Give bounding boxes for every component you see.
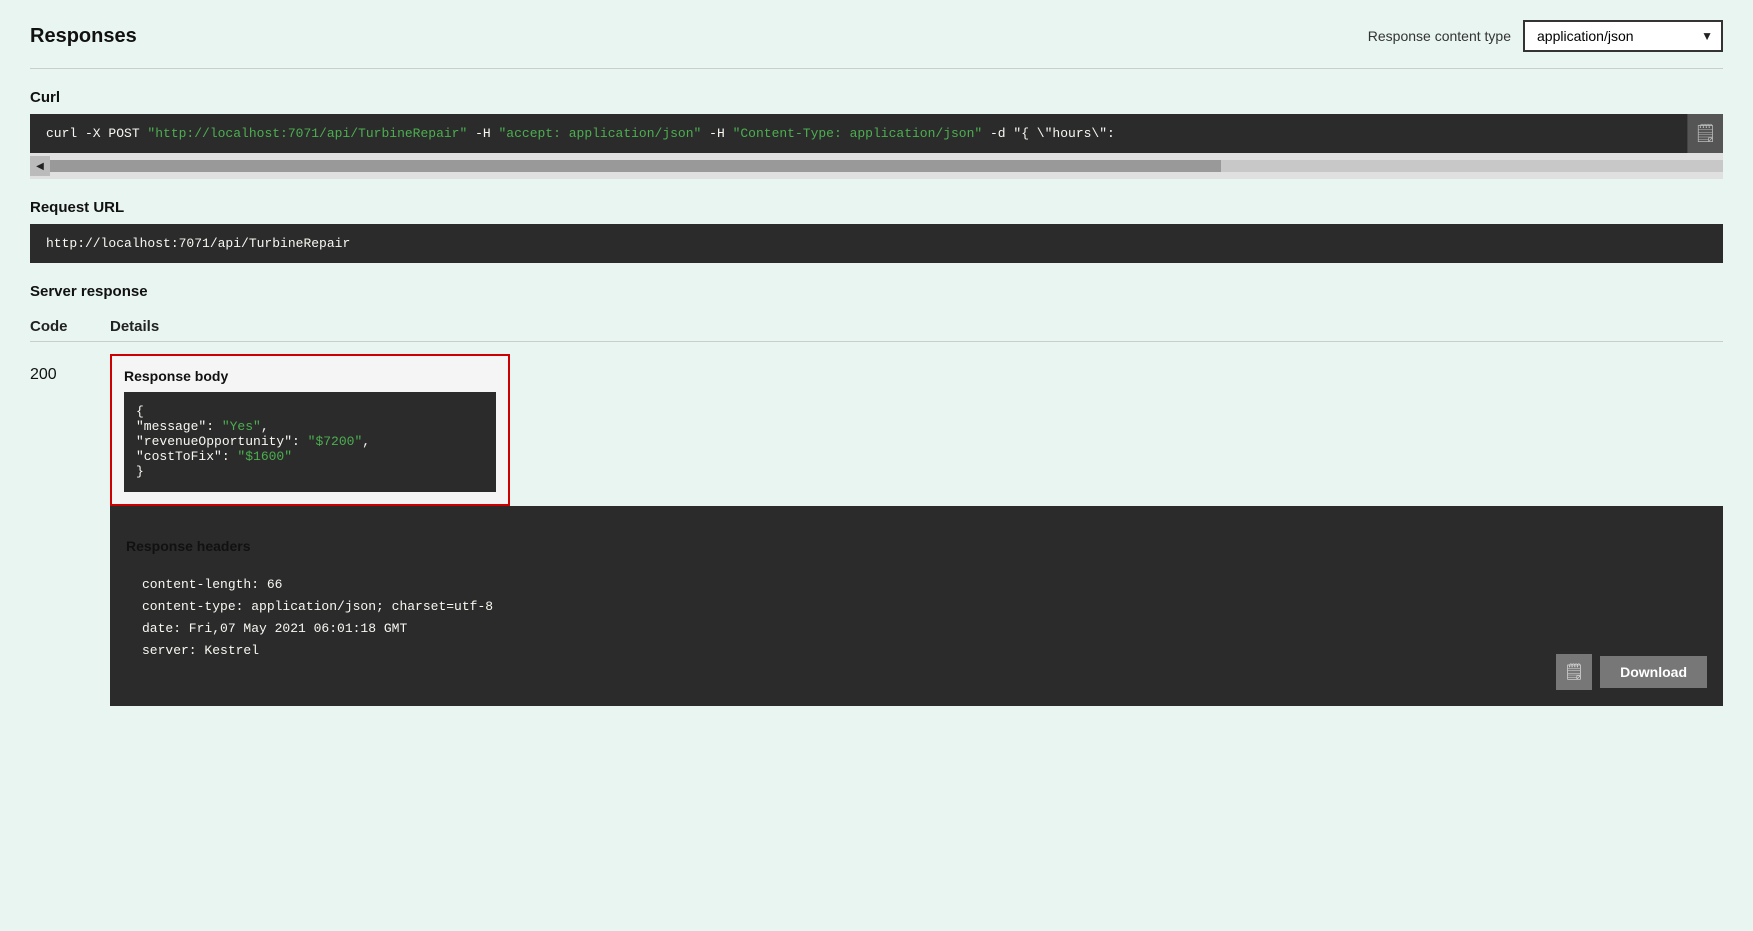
status-code: 200 <box>30 354 110 384</box>
scroll-track[interactable] <box>50 160 1723 172</box>
response-headers-code: content-length: 66 content-type: applica… <box>126 562 1707 674</box>
key-message: "message": <box>136 419 222 434</box>
scroll-thumb <box>50 160 1221 172</box>
code-column-header: Code <box>30 318 110 335</box>
json-line-4: "costToFix": "$1600" <box>136 449 484 464</box>
curl-copy-button[interactable]: 🗒 <box>1687 114 1723 153</box>
page-title: Responses <box>30 25 137 48</box>
content-type-select[interactable]: application/json <box>1523 20 1723 52</box>
request-url-section: Request URL http://localhost:7071/api/Tu… <box>30 199 1723 263</box>
request-url-block: http://localhost:7071/api/TurbineRepair <box>30 224 1723 263</box>
curl-command-text: curl -X POST "http://localhost:7071/api/… <box>46 126 1115 141</box>
curl-section: Curl curl -X POST "http://localhost:7071… <box>30 89 1723 179</box>
response-body-code: { "message": "Yes", "revenueOpportunity"… <box>124 392 496 492</box>
header-line-4: server: Kestrel <box>142 640 1691 662</box>
json-line-2: "message": "Yes", <box>136 419 484 434</box>
responses-header: Responses Response content type applicat… <box>30 20 1723 69</box>
download-button[interactable]: Download <box>1600 656 1707 688</box>
full-response-area: 🗒 Download Response headers content-leng… <box>110 506 1723 706</box>
header-line-2: content-type: application/json; charset=… <box>142 596 1691 618</box>
val-message: "Yes" <box>222 419 261 434</box>
response-row: 200 Response body { "message": "Yes", "r… <box>30 354 1723 706</box>
json-line-1: { <box>136 404 484 419</box>
curl-scrollbar[interactable]: ◀ <box>30 153 1723 179</box>
curl-wrapper: curl -X POST "http://localhost:7071/api/… <box>30 114 1723 153</box>
response-body-box: Response body { "message": "Yes", "reven… <box>110 354 510 506</box>
response-headers-title: Response headers <box>126 538 1707 554</box>
content-type-row: Response content type application/json <box>1368 20 1723 52</box>
details-column-header: Details <box>110 318 159 335</box>
request-url-label: Request URL <box>30 199 1723 216</box>
response-body-title: Response body <box>124 368 496 384</box>
server-response-label: Server response <box>30 283 1723 300</box>
header-line-3: date: Fri,07 May 2021 06:01:18 GMT <box>142 618 1691 640</box>
copy-icon: 🗒 <box>1694 123 1717 144</box>
details-content: Response body { "message": "Yes", "reven… <box>110 354 1723 706</box>
server-response-section: Server response <box>30 283 1723 300</box>
response-actions: 🗒 Download <box>1556 654 1707 690</box>
key-revenue: "revenueOpportunity": <box>136 434 308 449</box>
val-revenue: "$7200" <box>308 434 363 449</box>
content-type-label: Response content type <box>1368 28 1511 44</box>
copy-response-icon: 🗒 <box>1564 662 1584 682</box>
val-cost: "$1600" <box>237 449 292 464</box>
key-cost: "costToFix": <box>136 449 237 464</box>
request-url-text: http://localhost:7071/api/TurbineRepair <box>46 236 350 251</box>
curl-label: Curl <box>30 89 1723 106</box>
curl-command-block: curl -X POST "http://localhost:7071/api/… <box>30 114 1723 153</box>
header-line-1: content-length: 66 <box>142 574 1691 596</box>
json-line-3: "revenueOpportunity": "$7200", <box>136 434 484 449</box>
response-headers-section: Response headers content-length: 66 cont… <box>126 538 1707 674</box>
response-table-header: Code Details <box>30 312 1723 342</box>
scroll-left-arrow[interactable]: ◀ <box>30 156 50 176</box>
copy-response-button[interactable]: 🗒 <box>1556 654 1592 690</box>
json-line-5: } <box>136 464 484 479</box>
content-type-select-wrapper[interactable]: application/json <box>1523 20 1723 52</box>
